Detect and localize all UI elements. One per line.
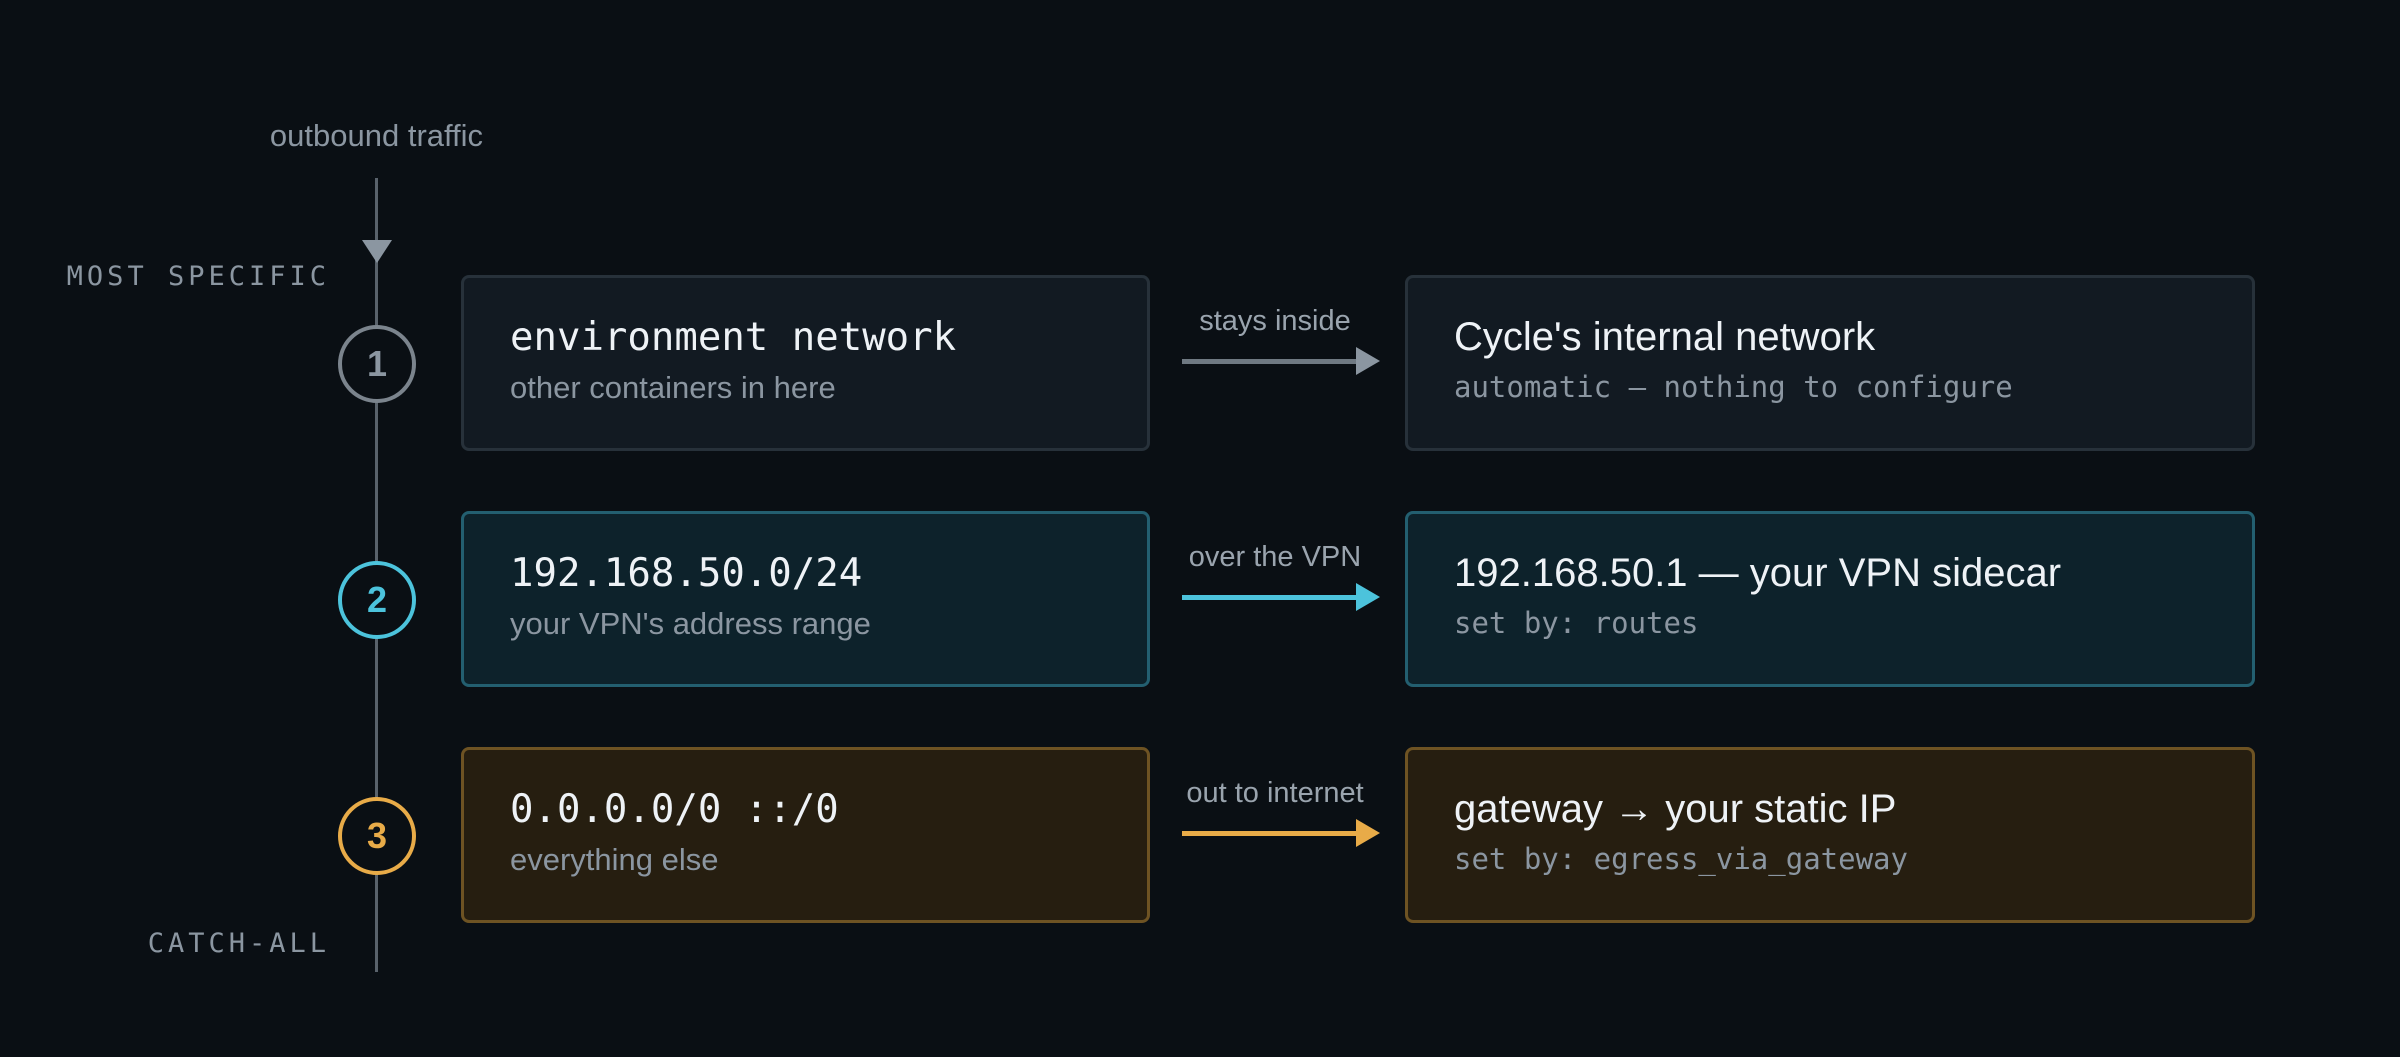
rule-1-destination-note: other containers in here	[510, 370, 836, 405]
rule-3-destination: 0.0.0.0/0 ::/0	[510, 787, 839, 832]
rule-3-target-box: gateway → your static IP set by: egress_…	[1405, 747, 2255, 923]
rule-2-arrow	[1182, 577, 1380, 617]
rule-2-target-note: set by: routes	[1454, 606, 1699, 640]
arrow-right-icon	[1356, 583, 1380, 611]
rule-1-arrow-label: stays inside	[1199, 305, 1351, 337]
rule-1-arrow	[1182, 341, 1380, 381]
rule-3-target-note: set by: egress_via_gateway	[1454, 842, 1908, 876]
rule-1-target-note: automatic — nothing to configure	[1454, 370, 2013, 404]
arrow-right-icon	[1356, 347, 1380, 375]
rule-3-destination-box: 0.0.0.0/0 ::/0 everything else	[461, 747, 1150, 923]
arrow-right-icon	[1356, 819, 1380, 847]
rule-1-target: Cycle's internal network	[1454, 315, 1876, 359]
catch-all-label: CATCH-ALL	[147, 928, 330, 959]
rule-1-destination-box: environment network other containers in …	[461, 275, 1150, 451]
rule-2-target-box: 192.168.50.1 — your VPN sidecar set by: …	[1405, 511, 2255, 687]
arrow-down-icon	[362, 240, 392, 263]
most-specific-label: MOST SPECIFIC	[66, 261, 330, 292]
rule-3-arrow	[1182, 813, 1380, 853]
step-1-badge: 1	[338, 325, 416, 403]
rule-2-destination: 192.168.50.0/24	[510, 551, 863, 596]
rule-3-arrow-label: out to internet	[1186, 777, 1364, 809]
rule-2-target: 192.168.50.1 — your VPN sidecar	[1454, 551, 2062, 595]
rule-3-target: gateway → your static IP	[1454, 787, 1897, 831]
flow-label: outbound traffic	[269, 118, 484, 153]
rule-2-destination-box: 192.168.50.0/24 your VPN's address range	[461, 511, 1150, 687]
step-3-badge: 3	[338, 797, 416, 875]
rule-3-destination-note: everything else	[510, 842, 719, 877]
step-2-badge: 2	[338, 561, 416, 639]
rule-1-target-box: Cycle's internal network automatic — not…	[1405, 275, 2255, 451]
rule-1-destination: environment network	[510, 315, 957, 360]
rule-2-destination-note: your VPN's address range	[510, 606, 871, 641]
rule-2-arrow-label: over the VPN	[1188, 541, 1362, 573]
